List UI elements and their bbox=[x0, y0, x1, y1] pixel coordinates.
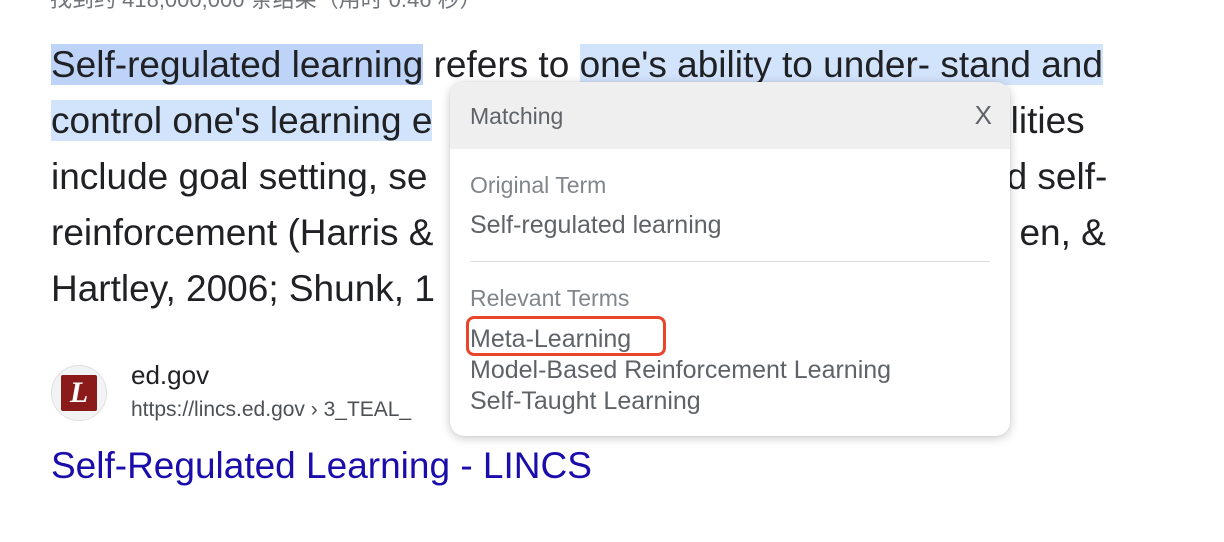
snippet-text: ilities bbox=[1002, 100, 1085, 141]
popup-header: Matching X bbox=[450, 82, 1010, 149]
relevant-term-self-taught-learning[interactable]: Self-Taught Learning bbox=[470, 387, 701, 416]
relevant-term-model-based-rl[interactable]: Model-Based Reinforcement Learning bbox=[470, 356, 891, 385]
snippet-text: refers to bbox=[423, 44, 580, 85]
result-title-link[interactable]: Self-Regulated Learning - LINCS bbox=[51, 445, 592, 487]
close-icon[interactable]: X bbox=[975, 100, 992, 131]
snippet-text: en, & bbox=[1019, 212, 1106, 253]
site-favicon-icon: L bbox=[51, 365, 107, 421]
snippet-text: include goal setting, se bbox=[51, 156, 428, 197]
relevant-term-meta-learning[interactable]: Meta-Learning bbox=[466, 316, 666, 356]
snippet-text: reinforcement (Harris & bbox=[51, 212, 434, 253]
snippet-highlight-definition: control one's learning e bbox=[51, 100, 433, 141]
favicon-letter: L bbox=[61, 375, 97, 411]
original-term-label: Original Term bbox=[470, 172, 607, 198]
snippet-text: Hartley, 2006; Shunk, 1 bbox=[51, 268, 435, 309]
snippet-highlight-term: Self-regulated learning bbox=[51, 44, 424, 85]
original-term[interactable]: Self-regulated learning bbox=[470, 211, 722, 240]
site-url: https://lincs.ed.gov › 3_TEAL_ bbox=[131, 398, 412, 421]
section-divider bbox=[470, 261, 990, 262]
relevant-term-label: Meta-Learning bbox=[470, 325, 632, 353]
snippet-highlight-definition: one's ability to under- stand and bbox=[579, 44, 1103, 85]
matching-popup: Matching X Original Term Self-regulated … bbox=[450, 82, 1010, 436]
search-stats: 找到约 418,000,000 条结果（用时 0.46 秒） bbox=[50, 0, 482, 14]
popup-title: Matching bbox=[470, 103, 564, 129]
relevant-terms-label: Relevant Terms bbox=[470, 285, 630, 311]
site-name: ed.gov bbox=[131, 360, 210, 390]
